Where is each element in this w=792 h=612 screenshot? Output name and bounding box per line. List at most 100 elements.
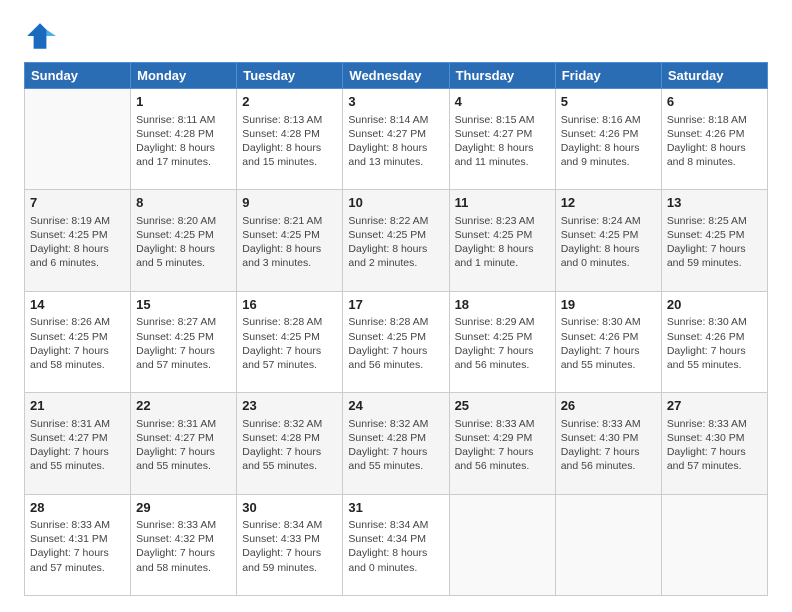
calendar-cell: 1 Sunrise: 8:11 AM Sunset: 4:28 PM Daylig…: [131, 89, 237, 190]
day-info: Sunrise: 8:32 AM Sunset: 4:28 PM Dayligh…: [242, 417, 337, 474]
day-number: 17: [348, 296, 443, 314]
day-info: Sunrise: 8:30 AM Sunset: 4:26 PM Dayligh…: [561, 315, 656, 372]
day-info: Sunrise: 8:22 AM Sunset: 4:25 PM Dayligh…: [348, 214, 443, 271]
calendar-cell: 22 Sunrise: 8:31 AM Sunset: 4:27 PM Dayli…: [131, 393, 237, 494]
weekday-header-friday: Friday: [555, 63, 661, 89]
calendar-cell: 19Sunrise: 8:30 AM Sunset: 4:26 PM Dayli…: [555, 291, 661, 392]
calendar-cell: 24 Sunrise: 8:32 AM Sunset: 4:28 PM Dayli…: [343, 393, 449, 494]
day-number: 26: [561, 397, 656, 415]
calendar-cell: 7Sunrise: 8:19 AM Sunset: 4:25 PM Daylig…: [25, 190, 131, 291]
day-info: Sunrise: 8:13 AM Sunset: 4:28 PM Dayligh…: [242, 113, 337, 170]
header: [24, 20, 768, 52]
day-number: 30: [242, 499, 337, 517]
day-info: Sunrise: 8:16 AM Sunset: 4:26 PM Dayligh…: [561, 113, 656, 170]
calendar-cell: 30Sunrise: 8:34 AM Sunset: 4:33 PM Dayli…: [237, 494, 343, 595]
day-info: Sunrise: 8:20 AM Sunset: 4:25 PM Dayligh…: [136, 214, 231, 271]
logo: [24, 20, 60, 52]
calendar-cell: 8Sunrise: 8:20 AM Sunset: 4:25 PM Daylig…: [131, 190, 237, 291]
day-info: Sunrise: 8:34 AM Sunset: 4:34 PM Dayligh…: [348, 518, 443, 575]
calendar-cell: 12 Sunrise: 8:24 AM Sunset: 4:25 PM Dayli…: [555, 190, 661, 291]
weekday-header-thursday: Thursday: [449, 63, 555, 89]
calendar-week-row: 7Sunrise: 8:19 AM Sunset: 4:25 PM Daylig…: [25, 190, 768, 291]
day-number: 10: [348, 194, 443, 212]
calendar-cell: 16Sunrise: 8:28 AM Sunset: 4:25 PM Dayli…: [237, 291, 343, 392]
calendar-cell: 3 Sunrise: 8:14 AM Sunset: 4:27 PM Daylig…: [343, 89, 449, 190]
day-number: 16: [242, 296, 337, 314]
calendar-cell: 6 Sunrise: 8:18 AM Sunset: 4:26 PM Daylig…: [661, 89, 767, 190]
calendar-cell: 18Sunrise: 8:29 AM Sunset: 4:25 PM Dayli…: [449, 291, 555, 392]
calendar-cell: 13 Sunrise: 8:25 AM Sunset: 4:25 PM Dayli…: [661, 190, 767, 291]
day-number: 19: [561, 296, 656, 314]
calendar-cell: 17Sunrise: 8:28 AM Sunset: 4:25 PM Dayli…: [343, 291, 449, 392]
day-number: 15: [136, 296, 231, 314]
calendar-cell: 31Sunrise: 8:34 AM Sunset: 4:34 PM Dayli…: [343, 494, 449, 595]
weekday-header-monday: Monday: [131, 63, 237, 89]
calendar-cell: 10 Sunrise: 8:22 AM Sunset: 4:25 PM Dayli…: [343, 190, 449, 291]
day-number: 25: [455, 397, 550, 415]
day-number: 2: [242, 93, 337, 111]
calendar-cell: [661, 494, 767, 595]
day-info: Sunrise: 8:33 AM Sunset: 4:31 PM Dayligh…: [30, 518, 125, 575]
day-info: Sunrise: 8:28 AM Sunset: 4:25 PM Dayligh…: [348, 315, 443, 372]
calendar-week-row: 14Sunrise: 8:26 AM Sunset: 4:25 PM Dayli…: [25, 291, 768, 392]
day-info: Sunrise: 8:23 AM Sunset: 4:25 PM Dayligh…: [455, 214, 550, 271]
weekday-header-row: SundayMondayTuesdayWednesdayThursdayFrid…: [25, 63, 768, 89]
day-info: Sunrise: 8:26 AM Sunset: 4:25 PM Dayligh…: [30, 315, 125, 372]
day-number: 5: [561, 93, 656, 111]
calendar-cell: 14Sunrise: 8:26 AM Sunset: 4:25 PM Dayli…: [25, 291, 131, 392]
calendar-cell: 11 Sunrise: 8:23 AM Sunset: 4:25 PM Dayli…: [449, 190, 555, 291]
day-number: 1: [136, 93, 231, 111]
calendar-cell: 25 Sunrise: 8:33 AM Sunset: 4:29 PM Dayli…: [449, 393, 555, 494]
day-number: 11: [455, 194, 550, 212]
day-number: 23: [242, 397, 337, 415]
day-number: 13: [667, 194, 762, 212]
calendar-table: SundayMondayTuesdayWednesdayThursdayFrid…: [24, 62, 768, 596]
day-info: Sunrise: 8:33 AM Sunset: 4:30 PM Dayligh…: [561, 417, 656, 474]
day-number: 28: [30, 499, 125, 517]
day-number: 27: [667, 397, 762, 415]
calendar-cell: 2 Sunrise: 8:13 AM Sunset: 4:28 PM Daylig…: [237, 89, 343, 190]
day-number: 9: [242, 194, 337, 212]
day-info: Sunrise: 8:18 AM Sunset: 4:26 PM Dayligh…: [667, 113, 762, 170]
day-number: 14: [30, 296, 125, 314]
calendar-cell: 27Sunrise: 8:33 AM Sunset: 4:30 PM Dayli…: [661, 393, 767, 494]
day-info: Sunrise: 8:31 AM Sunset: 4:27 PM Dayligh…: [136, 417, 231, 474]
calendar-cell: [25, 89, 131, 190]
day-info: Sunrise: 8:15 AM Sunset: 4:27 PM Dayligh…: [455, 113, 550, 170]
day-info: Sunrise: 8:21 AM Sunset: 4:25 PM Dayligh…: [242, 214, 337, 271]
day-number: 7: [30, 194, 125, 212]
calendar-cell: 29Sunrise: 8:33 AM Sunset: 4:32 PM Dayli…: [131, 494, 237, 595]
calendar-week-row: 21 Sunrise: 8:31 AM Sunset: 4:27 PM Dayli…: [25, 393, 768, 494]
day-number: 22: [136, 397, 231, 415]
day-number: 29: [136, 499, 231, 517]
calendar-cell: 20Sunrise: 8:30 AM Sunset: 4:26 PM Dayli…: [661, 291, 767, 392]
weekday-header-sunday: Sunday: [25, 63, 131, 89]
day-info: Sunrise: 8:33 AM Sunset: 4:32 PM Dayligh…: [136, 518, 231, 575]
day-number: 24: [348, 397, 443, 415]
calendar-cell: 26 Sunrise: 8:33 AM Sunset: 4:30 PM Dayli…: [555, 393, 661, 494]
day-number: 18: [455, 296, 550, 314]
calendar-cell: [449, 494, 555, 595]
day-number: 12: [561, 194, 656, 212]
day-number: 21: [30, 397, 125, 415]
day-info: Sunrise: 8:25 AM Sunset: 4:25 PM Dayligh…: [667, 214, 762, 271]
day-info: Sunrise: 8:24 AM Sunset: 4:25 PM Dayligh…: [561, 214, 656, 271]
weekday-header-saturday: Saturday: [661, 63, 767, 89]
day-number: 6: [667, 93, 762, 111]
calendar-week-row: 1 Sunrise: 8:11 AM Sunset: 4:28 PM Daylig…: [25, 89, 768, 190]
page: SundayMondayTuesdayWednesdayThursdayFrid…: [0, 0, 792, 612]
calendar-cell: 5 Sunrise: 8:16 AM Sunset: 4:26 PM Daylig…: [555, 89, 661, 190]
day-info: Sunrise: 8:33 AM Sunset: 4:29 PM Dayligh…: [455, 417, 550, 474]
day-number: 3: [348, 93, 443, 111]
logo-icon: [24, 20, 56, 52]
day-info: Sunrise: 8:32 AM Sunset: 4:28 PM Dayligh…: [348, 417, 443, 474]
day-info: Sunrise: 8:14 AM Sunset: 4:27 PM Dayligh…: [348, 113, 443, 170]
calendar-cell: 15Sunrise: 8:27 AM Sunset: 4:25 PM Dayli…: [131, 291, 237, 392]
calendar-cell: 9 Sunrise: 8:21 AM Sunset: 4:25 PM Daylig…: [237, 190, 343, 291]
day-info: Sunrise: 8:11 AM Sunset: 4:28 PM Dayligh…: [136, 113, 231, 170]
day-info: Sunrise: 8:30 AM Sunset: 4:26 PM Dayligh…: [667, 315, 762, 372]
day-info: Sunrise: 8:34 AM Sunset: 4:33 PM Dayligh…: [242, 518, 337, 575]
day-info: Sunrise: 8:27 AM Sunset: 4:25 PM Dayligh…: [136, 315, 231, 372]
calendar-cell: [555, 494, 661, 595]
weekday-header-tuesday: Tuesday: [237, 63, 343, 89]
